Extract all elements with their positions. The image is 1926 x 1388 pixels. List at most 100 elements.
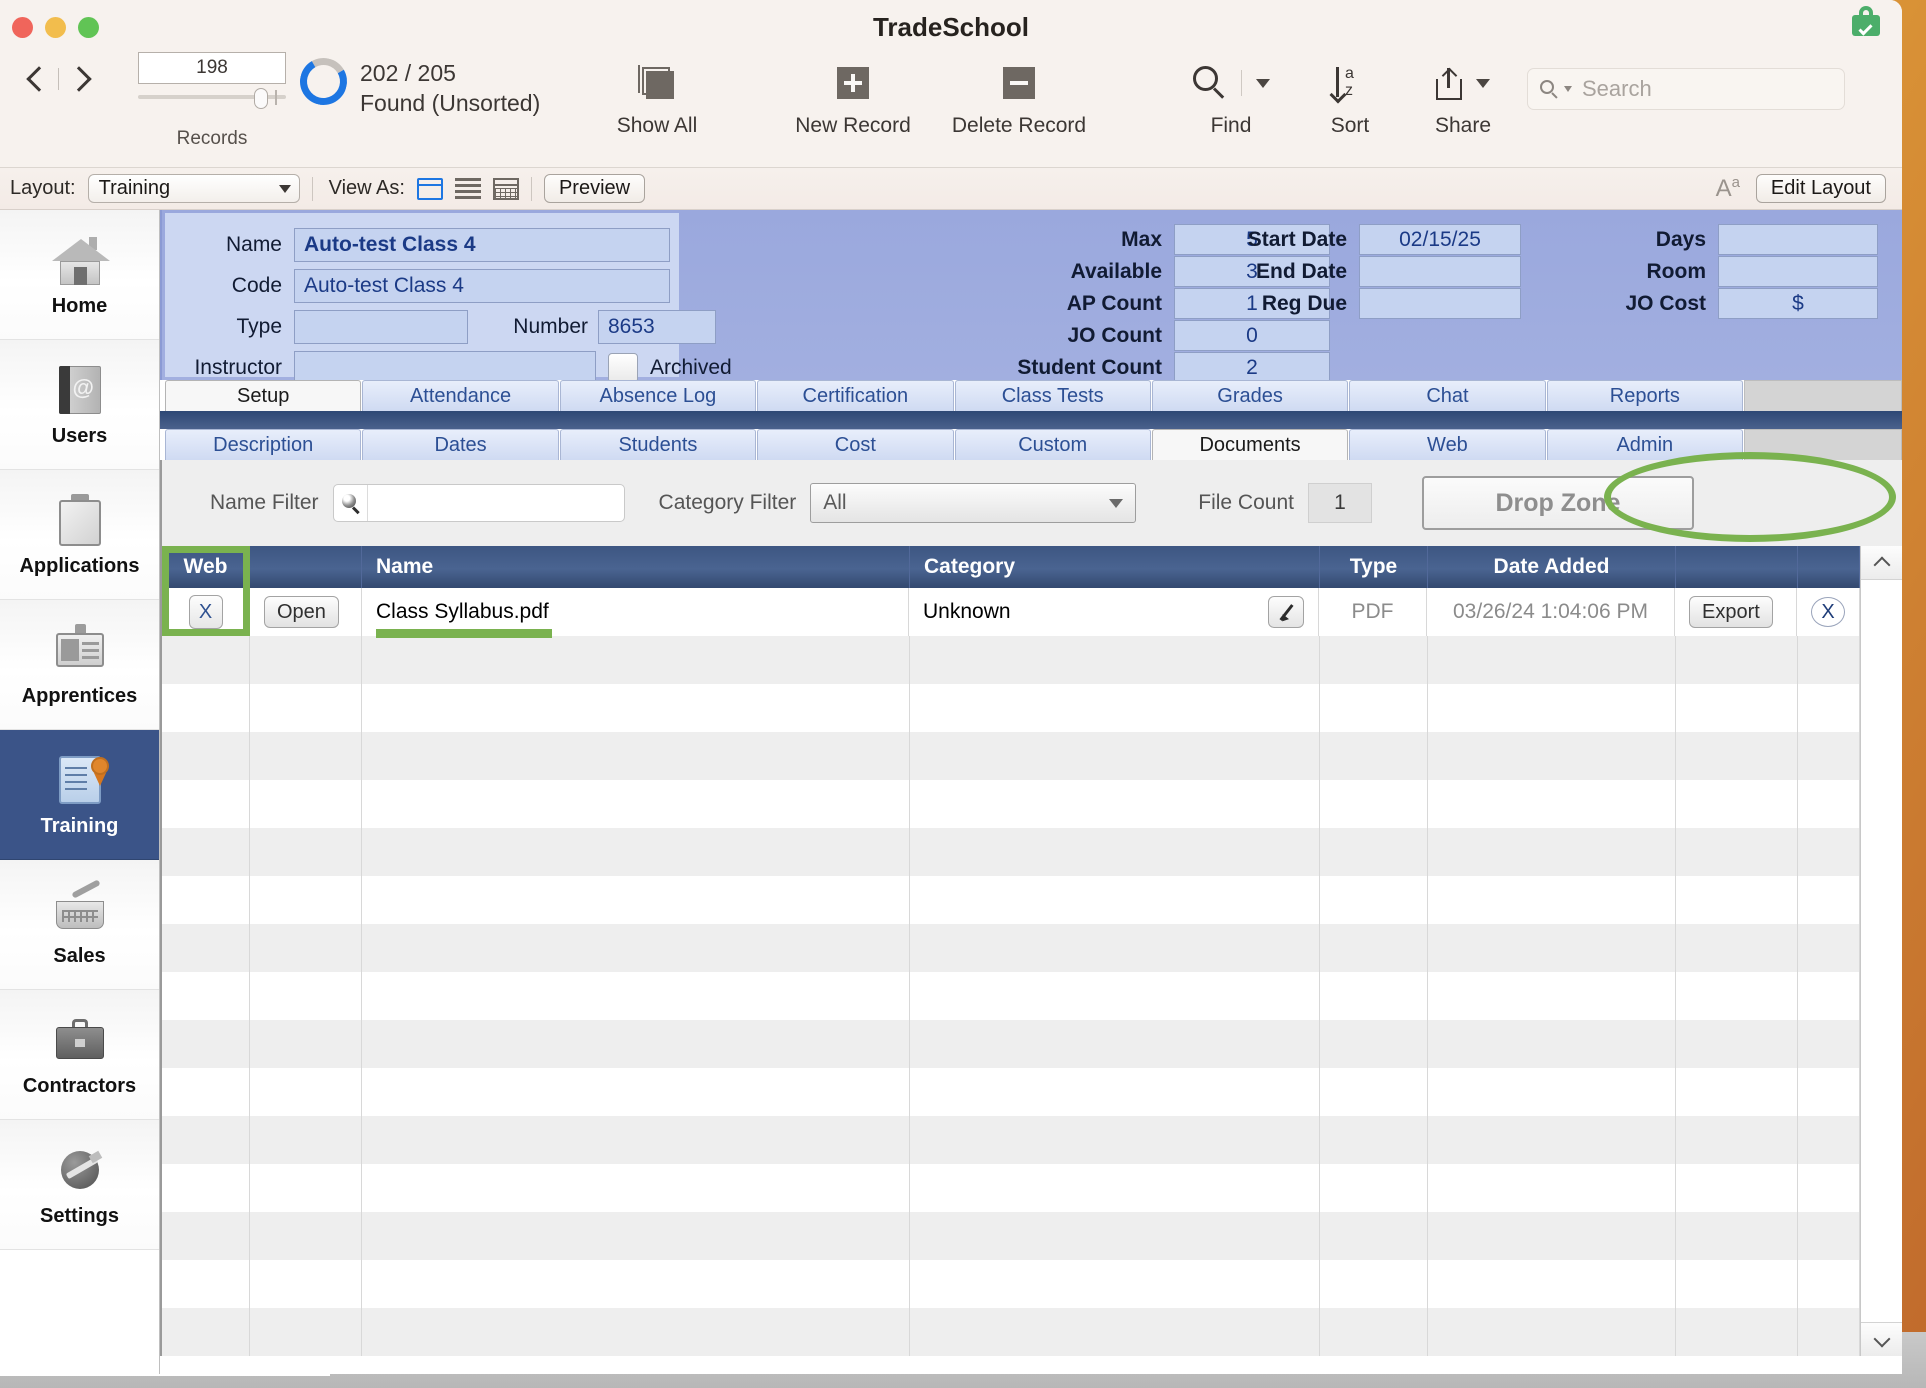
- table-row-empty[interactable]: [162, 828, 1902, 876]
- table-row-empty[interactable]: [162, 1164, 1902, 1212]
- table-row-empty[interactable]: [162, 1068, 1902, 1116]
- drop-zone-button[interactable]: Drop Zone: [1421, 476, 1694, 530]
- room-field[interactable]: [1718, 256, 1878, 287]
- archived-checkbox[interactable]: [608, 353, 638, 383]
- tab-dates[interactable]: Dates: [362, 429, 559, 460]
- number-field[interactable]: 8653: [598, 310, 716, 344]
- table-row-empty[interactable]: [162, 1260, 1902, 1308]
- table-row-empty[interactable]: [162, 1116, 1902, 1164]
- previous-record-button[interactable]: [24, 62, 50, 96]
- column-header-web[interactable]: Web: [162, 546, 250, 588]
- sidebar-item-sales[interactable]: Sales: [0, 860, 159, 990]
- cell-category[interactable]: Unknown: [909, 588, 1319, 636]
- tab-web[interactable]: Web: [1349, 429, 1546, 460]
- sidebar-item-contractors[interactable]: Contractors: [0, 990, 159, 1120]
- web-toggle-button[interactable]: X: [188, 595, 223, 629]
- column-header-name[interactable]: Name: [362, 546, 910, 588]
- sidebar-item-training[interactable]: Training: [0, 730, 159, 860]
- view-list-icon[interactable]: [454, 177, 481, 200]
- sidebar-item-users[interactable]: @ Users: [0, 340, 159, 470]
- sidebar-item-applications[interactable]: Applications: [0, 470, 159, 600]
- view-form-icon[interactable]: [416, 177, 443, 200]
- tab-grades[interactable]: Grades: [1151, 380, 1349, 411]
- layout-select[interactable]: Training: [87, 174, 300, 203]
- name-field[interactable]: Auto-test Class 4: [294, 228, 670, 262]
- chevron-down-icon[interactable]: [1476, 78, 1490, 88]
- tab-absence-log[interactable]: Absence Log: [559, 380, 757, 411]
- tab-admin[interactable]: Admin: [1546, 429, 1743, 460]
- sidebar-item-home[interactable]: Home: [0, 210, 159, 340]
- column-header-category[interactable]: Category: [910, 546, 1320, 588]
- tab-description[interactable]: Description: [165, 429, 362, 460]
- text-size-icon[interactable]: Aa: [1716, 174, 1740, 203]
- share-button[interactable]: Share: [1388, 60, 1538, 138]
- table-row-empty[interactable]: [162, 1308, 1902, 1356]
- open-button[interactable]: Open: [264, 596, 339, 628]
- application-window: TradeSchool 198 Records 202 / 205 Found …: [0, 0, 1902, 1374]
- search-input[interactable]: Search: [1527, 68, 1845, 110]
- tab-documents[interactable]: Documents: [1151, 429, 1349, 460]
- next-record-button[interactable]: [67, 62, 93, 96]
- cell-empty: [910, 1260, 1320, 1308]
- edit-layout-button[interactable]: Edit Layout: [1755, 174, 1886, 203]
- days-field[interactable]: [1718, 224, 1878, 255]
- jo-count-field[interactable]: 0: [1174, 320, 1330, 351]
- tab-cost[interactable]: Cost: [757, 429, 954, 460]
- tab-class-tests[interactable]: Class Tests: [954, 380, 1151, 411]
- table-row-empty[interactable]: [162, 780, 1902, 828]
- reg-due-field[interactable]: [1359, 288, 1521, 319]
- name-filter-input[interactable]: [332, 484, 625, 522]
- tab-chat[interactable]: Chat: [1349, 380, 1546, 411]
- cell-name[interactable]: Class Syllabus.pdf: [362, 588, 909, 638]
- export-button[interactable]: Export: [1689, 596, 1773, 628]
- table-row-empty[interactable]: [162, 1212, 1902, 1260]
- record-navigation[interactable]: [24, 62, 93, 96]
- tab-custom[interactable]: Custom: [954, 429, 1151, 460]
- tab-setup[interactable]: Setup: [165, 380, 362, 411]
- start-date-field[interactable]: 02/15/25: [1359, 224, 1521, 255]
- table-row-empty[interactable]: [162, 732, 1902, 780]
- table-row-empty[interactable]: [162, 924, 1902, 972]
- record-slider[interactable]: [138, 88, 286, 109]
- table-row-empty[interactable]: [162, 972, 1902, 1020]
- sidebar-item-settings[interactable]: Settings: [0, 1120, 159, 1250]
- document-category: Unknown: [923, 600, 1011, 623]
- record-number-field[interactable]: 198: [138, 52, 286, 84]
- view-table-icon[interactable]: [492, 177, 519, 200]
- jo-cost-field[interactable]: $: [1718, 288, 1878, 319]
- cell-empty: [1798, 1116, 1860, 1164]
- tab-certification[interactable]: Certification: [757, 380, 954, 411]
- delete-row-button[interactable]: X: [1811, 597, 1845, 627]
- records-label: Records: [176, 128, 248, 149]
- end-date-field[interactable]: [1359, 256, 1521, 287]
- cell-empty: [162, 780, 250, 828]
- shopping-basket-icon: [49, 879, 111, 939]
- show-all-button[interactable]: Show All: [582, 60, 732, 138]
- table-row[interactable]: X Open Class Syllabus.pdf Unknown PDF 03…: [162, 588, 1902, 638]
- tab-attendance[interactable]: Attendance: [362, 380, 559, 411]
- student-count-field[interactable]: 2: [1174, 352, 1330, 383]
- type-field[interactable]: [294, 310, 468, 344]
- tab-reports[interactable]: Reports: [1546, 380, 1743, 411]
- column-header-type[interactable]: Type: [1320, 546, 1428, 588]
- table-row-empty[interactable]: [162, 684, 1902, 732]
- scroll-up-button[interactable]: [1861, 546, 1902, 580]
- slider-knob[interactable]: [254, 88, 268, 109]
- code-field[interactable]: Auto-test Class 4: [294, 269, 670, 303]
- delete-record-button[interactable]: Delete Record: [944, 60, 1094, 138]
- preview-button[interactable]: Preview: [543, 174, 646, 203]
- scroll-down-button[interactable]: [1861, 1322, 1902, 1356]
- column-header-date-added[interactable]: Date Added: [1428, 546, 1676, 588]
- table-row-empty[interactable]: [162, 636, 1902, 684]
- table-scrollbar[interactable]: [1860, 546, 1902, 1356]
- pencil-icon[interactable]: [1268, 596, 1304, 628]
- tab-students[interactable]: Students: [559, 429, 757, 460]
- sidebar-item-apprentices[interactable]: Apprentices: [0, 600, 159, 730]
- search-scope-chevron-icon[interactable]: [1564, 86, 1572, 92]
- category-filter-select[interactable]: All: [810, 483, 1137, 523]
- table-row-empty[interactable]: [162, 876, 1902, 924]
- table-row-empty[interactable]: [162, 1020, 1902, 1068]
- magnifier-icon: [334, 485, 368, 521]
- chevron-down-icon[interactable]: [1255, 78, 1270, 88]
- new-record-button[interactable]: New Record: [778, 60, 928, 138]
